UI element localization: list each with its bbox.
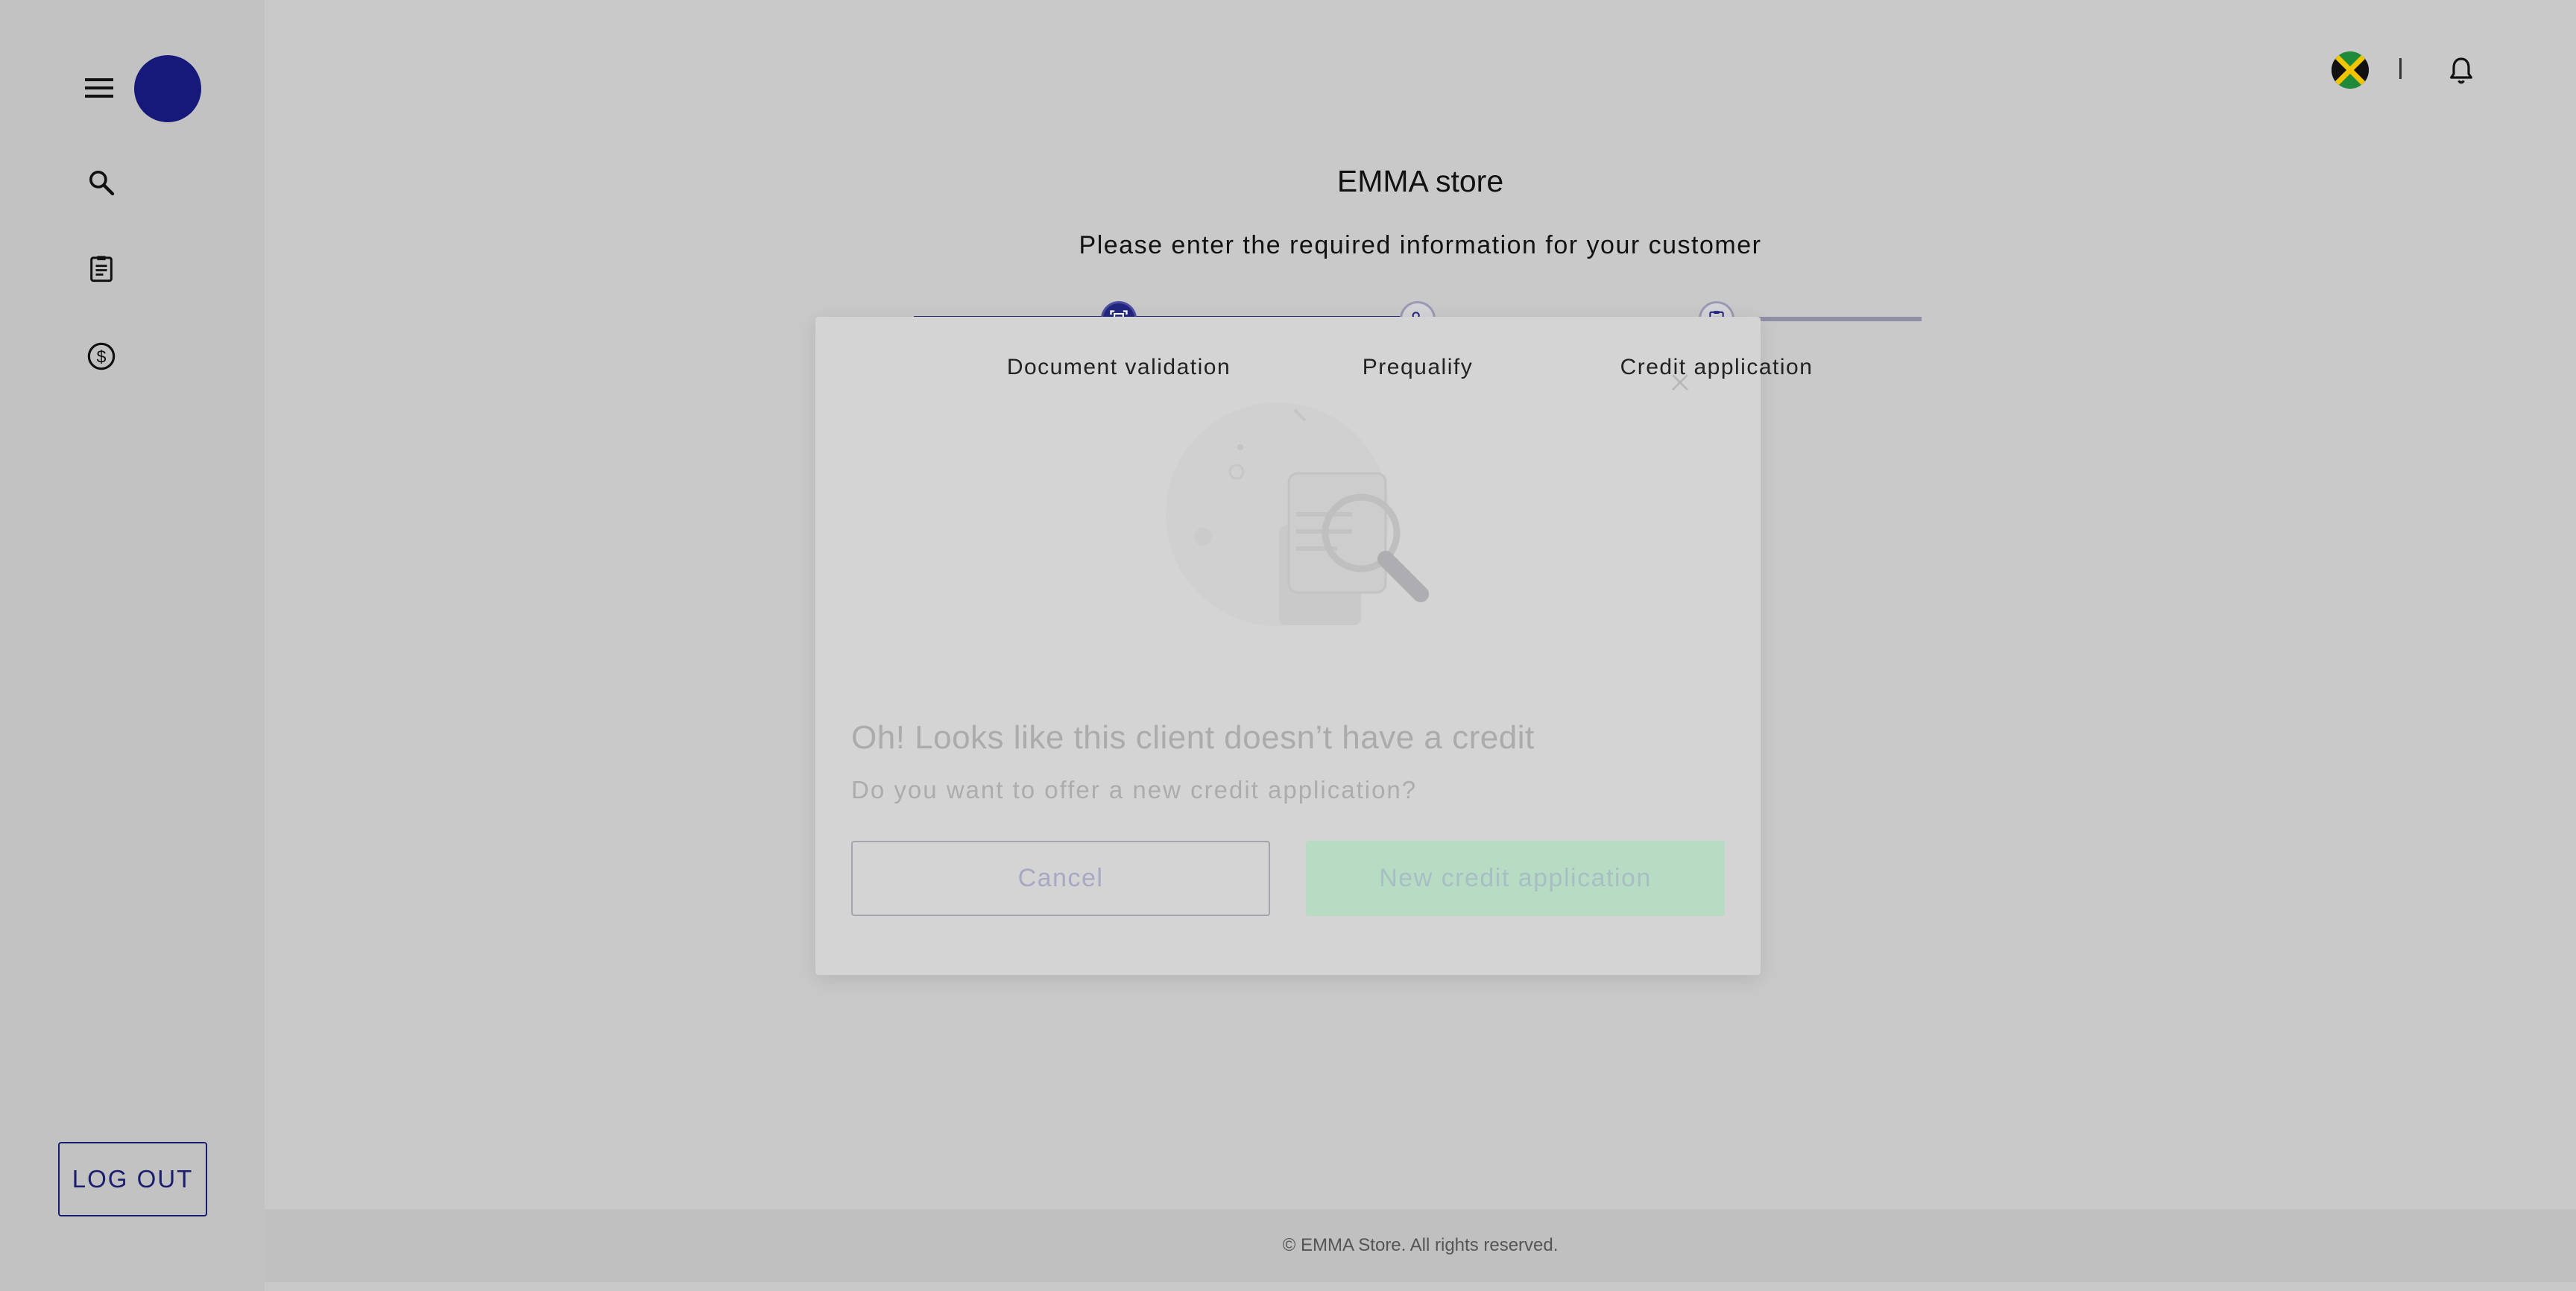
header-divider — [2399, 58, 2402, 79]
document-search-illustration — [1106, 384, 1464, 645]
step-label-prequalify[interactable]: Prequalify — [1269, 355, 1567, 380]
footer: © EMMA Store. All rights reserved. — [265, 1209, 2576, 1282]
store-title: EMMA store — [1336, 164, 1504, 198]
clipboard-icon[interactable] — [80, 247, 122, 289]
cancel-button[interactable]: Cancel — [851, 841, 1270, 916]
new-credit-application-button[interactable]: New credit application — [1306, 841, 1725, 916]
svg-text:$: $ — [97, 347, 107, 366]
page-subtitle: Please enter the required information fo… — [1079, 231, 1762, 259]
jamaica-flag-icon[interactable] — [2332, 51, 2369, 89]
no-credit-modal: Oh! Looks like this client doesn’t have … — [815, 317, 1761, 975]
avatar[interactable] — [134, 55, 201, 122]
step-label-credit-application[interactable]: Credit application — [1568, 355, 1866, 380]
modal-subtitle: Do you want to offer a new credit applic… — [851, 776, 1418, 804]
search-icon[interactable] — [80, 162, 122, 203]
bell-icon[interactable] — [2443, 51, 2479, 89]
logout-button[interactable]: LOG OUT — [58, 1142, 207, 1216]
dollar-icon[interactable]: $ — [80, 335, 122, 377]
sidebar: $ LOG OUT — [0, 0, 265, 1291]
modal-title: Oh! Looks like this client doesn’t have … — [851, 719, 1535, 756]
hamburger-icon[interactable] — [79, 72, 121, 104]
step-label-document-validation[interactable]: Document validation — [970, 355, 1268, 380]
footer-copyright: © EMMA Store. All rights reserved. — [1282, 1235, 1559, 1255]
